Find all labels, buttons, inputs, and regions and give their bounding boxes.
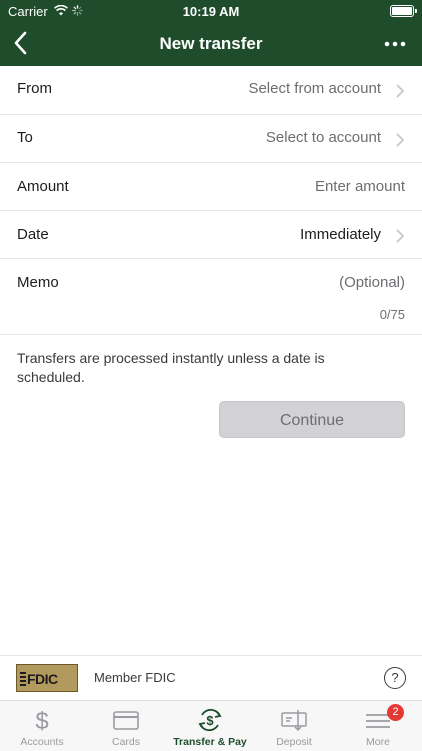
chevron-right-icon: [396, 133, 405, 147]
memo-label: Memo: [17, 274, 59, 291]
fdic-logo-text: FDIC: [27, 671, 58, 687]
notification-badge: 2: [387, 704, 404, 721]
deposit-icon: [281, 710, 307, 732]
amount-input[interactable]: Enter amount: [315, 178, 405, 195]
help-icon[interactable]: ?: [384, 667, 406, 689]
app-header: Carrier 10:19 AM New transfer: [0, 0, 422, 66]
tab-transfer-pay[interactable]: $ Transfer & Pay: [168, 701, 252, 751]
memo-char-counter: 0/75: [379, 307, 405, 322]
tab-label: Cards: [111, 736, 140, 748]
memo-input[interactable]: (Optional): [339, 274, 405, 291]
member-fdic-text: Member FDIC: [94, 670, 176, 685]
page-title: New transfer: [159, 34, 263, 53]
tab-label: Deposit: [276, 736, 312, 748]
transfer-info-text: Transfers are processed instantly unless…: [17, 350, 325, 385]
fdic-footer: FDIC Member FDIC ?: [0, 655, 422, 701]
tab-bar: $ Accounts Cards $ Transfer & Pay Deposi…: [0, 700, 422, 751]
battery-icon: [390, 5, 417, 17]
chevron-right-icon: [396, 84, 405, 98]
date-row[interactable]: Date Immediately: [0, 211, 422, 259]
amount-row[interactable]: Amount Enter amount: [0, 163, 422, 211]
transfer-pay-icon: $: [198, 708, 222, 732]
tab-accounts[interactable]: $ Accounts: [0, 701, 84, 751]
to-label: To: [17, 129, 33, 146]
to-account-row[interactable]: To Select to account: [0, 115, 422, 163]
amount-label: Amount: [17, 178, 69, 195]
from-label: From: [17, 80, 52, 97]
from-account-value: Select from account: [248, 80, 381, 97]
dollar-icon: $: [35, 708, 48, 733]
tab-label: Accounts: [20, 736, 64, 748]
status-bar: Carrier 10:19 AM: [0, 0, 422, 22]
to-account-value: Select to account: [265, 129, 381, 146]
card-icon: [113, 711, 139, 730]
memo-row[interactable]: Memo (Optional) 0/75: [0, 259, 422, 335]
fdic-logo: FDIC: [16, 664, 78, 692]
date-value: Immediately: [300, 226, 381, 243]
tab-more[interactable]: 2 More: [336, 701, 420, 751]
from-account-row[interactable]: From Select from account: [0, 66, 422, 115]
tab-cards[interactable]: Cards: [84, 701, 168, 751]
continue-button[interactable]: Continue: [219, 401, 405, 438]
svg-text:$: $: [35, 708, 48, 733]
more-options-icon[interactable]: [384, 36, 406, 52]
tab-label: Transfer & Pay: [173, 736, 247, 748]
chevron-right-icon: [396, 229, 405, 243]
date-label: Date: [17, 226, 49, 243]
status-time: 10:19 AM: [182, 4, 240, 19]
tab-label: More: [366, 736, 390, 748]
tab-deposit[interactable]: Deposit: [252, 701, 336, 751]
svg-text:$: $: [206, 713, 214, 728]
navigation-bar: New transfer: [0, 22, 422, 66]
